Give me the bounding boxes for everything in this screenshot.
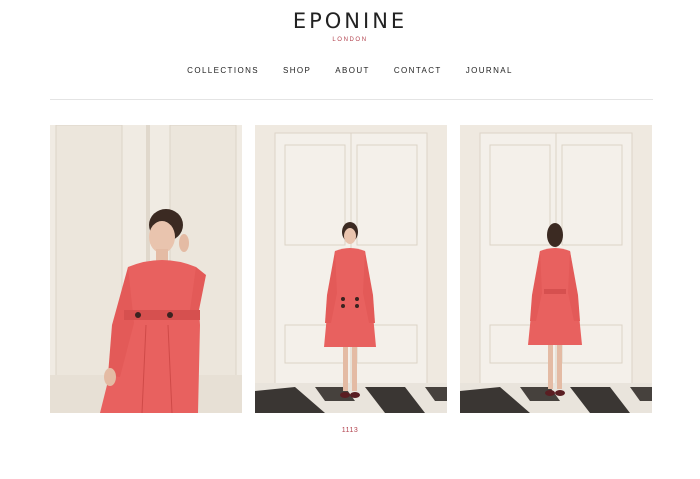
brand-logo[interactable]: EPONINE	[0, 9, 700, 33]
main-nav: COLLECTIONS SHOP ABOUT CONTACT JOURNAL	[0, 66, 700, 75]
gallery-image-closeup[interactable]	[50, 125, 242, 413]
header-divider	[50, 99, 653, 100]
nav-item-collections[interactable]: COLLECTIONS	[187, 66, 259, 75]
gallery-image-back[interactable]	[460, 125, 652, 413]
nav-item-shop[interactable]: SHOP	[283, 66, 311, 75]
product-code[interactable]: 1113	[0, 427, 700, 434]
brand-location: LONDON	[332, 37, 368, 43]
nav-item-about[interactable]: ABOUT	[335, 66, 370, 75]
nav-item-journal[interactable]: JOURNAL	[466, 66, 513, 75]
model-closeup-image	[50, 125, 242, 413]
gallery-image-front[interactable]	[255, 125, 447, 413]
nav-item-contact[interactable]: CONTACT	[394, 66, 442, 75]
model-back-image	[460, 125, 652, 413]
model-front-image	[255, 125, 447, 413]
page: EPONINE LONDON COLLECTIONS SHOP ABOUT CO…	[0, 0, 700, 479]
